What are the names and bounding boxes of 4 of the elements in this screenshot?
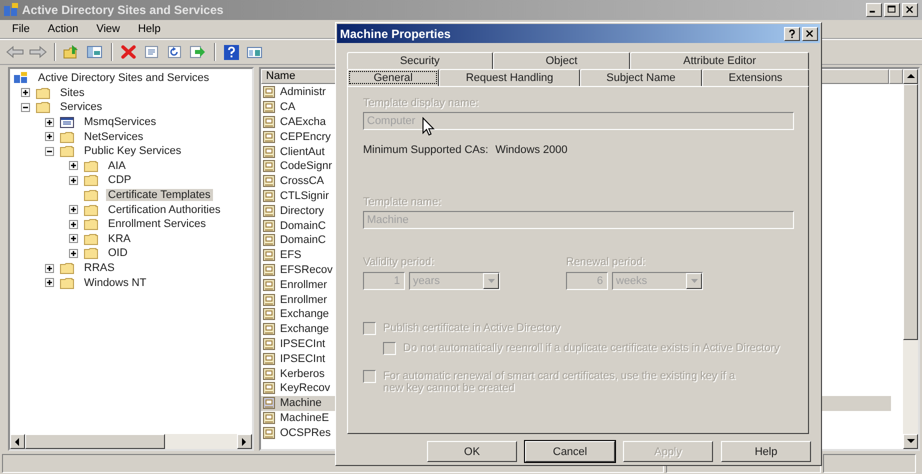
info-value: Windows 2000 bbox=[495, 144, 568, 156]
window-title: Active Directory Sites and Services bbox=[22, 3, 224, 17]
info-label: Minimum Supported CAs: bbox=[363, 144, 488, 156]
dialog-title: Machine Properties bbox=[340, 26, 452, 40]
